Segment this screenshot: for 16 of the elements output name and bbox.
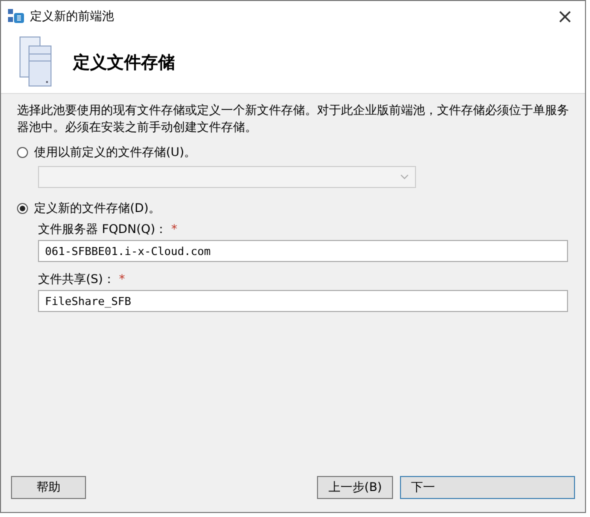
chevron-icon — [400, 174, 409, 180]
input-field[interactable]: FileShare_SFB — [38, 290, 568, 312]
help-button[interactable]: 帮助 — [11, 476, 86, 498]
page-heading: 定义文件存储 — [73, 52, 175, 74]
input-field[interactable]: 061-SFBBE01.i-x-Cloud.com — [38, 240, 568, 262]
description-text: 选择此池要使用的现有文件存储或定义一个新文件存储。对于此企业版前端池，文件存储必须位于单服务器池中。必须在安装之前手动创建文件存储。 — [17, 102, 569, 136]
required-mark: * — [171, 222, 178, 236]
required-mark: * — [118, 272, 125, 286]
field-label: 文件服务器 FQDN(Q)： — [38, 220, 168, 238]
back-button[interactable]: 上一步(B) — [317, 476, 393, 498]
field-label: 文件共享(S)： — [38, 270, 115, 288]
window-title: 定义新的前端池 — [30, 8, 115, 24]
radio-option[interactable]: 定义新的文件存储(D)。 — [17, 198, 569, 218]
app-icon — [8, 8, 24, 24]
next-button[interactable]: 下一 — [400, 476, 575, 498]
close-button[interactable]: × — [545, 1, 585, 31]
